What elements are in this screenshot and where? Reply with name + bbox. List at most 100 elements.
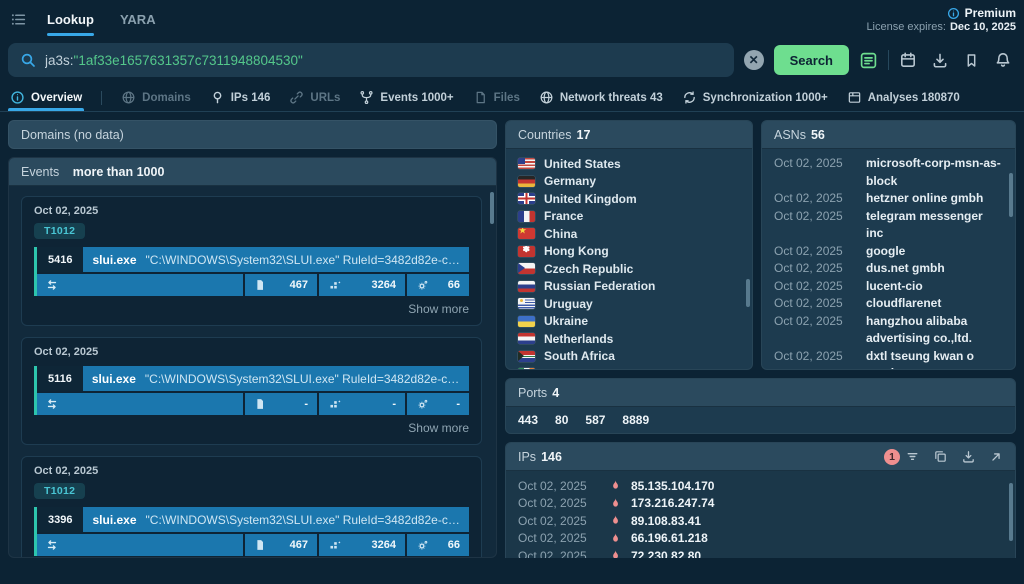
list-item[interactable]: Oct 02, 2025lucent-cio — [774, 278, 1003, 296]
list-item[interactable]: Ukraine — [518, 313, 740, 331]
files-count-chip[interactable]: 467 — [245, 274, 317, 296]
asns-scrollbar[interactable] — [1009, 173, 1013, 217]
list-item[interactable]: Uruguay — [518, 295, 740, 313]
license-info: Premium License expires:Dec 10, 2025 — [866, 4, 1016, 35]
process-name: slui.exe — [92, 513, 136, 527]
mitre-tag[interactable]: T1012 — [34, 483, 85, 499]
show-more-link[interactable]: Show more — [34, 421, 469, 435]
gear-count-chip[interactable]: 66 — [407, 534, 469, 556]
processes-count-chip[interactable]: 3264 — [319, 534, 405, 556]
process-pid: 5416 — [37, 247, 83, 272]
list-item[interactable]: China — [518, 225, 740, 243]
ips-panel: IPs146 1 Oct 02, 202585.135.104.170 Oct … — [505, 442, 1016, 558]
list-item[interactable]: Oct 02, 2025google — [774, 243, 1003, 261]
files-count-chip[interactable]: - — [245, 393, 317, 415]
gear-count-chip[interactable]: 66 — [407, 274, 469, 296]
list-item[interactable]: Oct 02, 202572.230.82.80 — [518, 547, 1003, 558]
process-command: "C:\WINDOWS\System32\SLUI.exe" RuleId=34… — [145, 372, 469, 386]
tab-lookup[interactable]: Lookup — [47, 0, 94, 38]
open-external-icon[interactable] — [989, 450, 1003, 464]
copy-icon[interactable] — [933, 449, 948, 464]
tab-ips[interactable]: IPs 146 — [210, 84, 271, 111]
list-item[interactable]: Oct 02, 2025dxtl tseung kwan o service — [774, 348, 1003, 370]
download-icon[interactable] — [931, 51, 949, 69]
list-item[interactable]: United States — [518, 155, 740, 173]
tab-synchronization[interactable]: Synchronization 1000+ — [682, 84, 828, 111]
port-value[interactable]: 443 — [518, 413, 538, 427]
tab-network-threats[interactable]: Network threats 43 — [539, 84, 663, 111]
toolbar-icons — [899, 51, 1016, 69]
list-item[interactable]: Oct 02, 2025telegram messenger inc — [774, 208, 1003, 243]
process-name: slui.exe — [92, 372, 136, 386]
process-row[interactable]: 5416 slui.exe "C:\WINDOWS\System32\SLUI.… — [34, 247, 469, 296]
countries-scrollbar[interactable] — [746, 279, 750, 307]
overview-content: Domains (no data) Events more than 1000 … — [0, 112, 1024, 558]
events-scrollbar[interactable] — [490, 192, 494, 224]
list-item[interactable]: Oct 02, 2025hetzner online gmbh — [774, 190, 1003, 208]
list-item[interactable]: Oct 02, 202585.135.104.170 — [518, 477, 1003, 495]
bookmark-icon[interactable] — [963, 52, 980, 69]
process-row[interactable]: 3396 slui.exe "C:\WINDOWS\System32\SLUI.… — [34, 507, 469, 556]
port-value[interactable]: 80 — [555, 413, 568, 427]
files-count-chip[interactable]: 467 — [245, 534, 317, 556]
process-command: "C:\WINDOWS\System32\SLUI.exe" RuleId=34… — [146, 253, 469, 267]
flag-us-icon — [518, 158, 535, 169]
gear-icon — [416, 398, 429, 411]
processes-count-chip[interactable]: - — [319, 393, 405, 415]
event-date: Oct 02, 2025 — [34, 205, 469, 217]
process-row[interactable]: 5116 slui.exe "C:\WINDOWS\System32\SLUI.… — [34, 366, 469, 415]
bell-icon[interactable] — [994, 51, 1012, 69]
list-item[interactable]: Ireland — [518, 365, 740, 369]
list-item[interactable]: Oct 02, 202566.196.61.218 — [518, 530, 1003, 548]
tab-analyses[interactable]: Analyses 180870 — [847, 84, 960, 111]
list-item[interactable]: Russian Federation — [518, 278, 740, 296]
clear-search-icon[interactable]: ✕ — [744, 50, 764, 70]
window-icon — [847, 90, 862, 105]
file-icon — [473, 90, 488, 105]
event-card: Oct 02, 2025 5116 slui.exe "C:\WINDOWS\S… — [21, 337, 482, 445]
list-item[interactable]: Oct 02, 2025173.216.247.74 — [518, 495, 1003, 513]
gear-count-chip[interactable]: - — [407, 393, 469, 415]
list-item[interactable]: Germany — [518, 173, 740, 191]
tab-domains[interactable]: Domains — [121, 84, 191, 111]
list-item[interactable]: Oct 02, 2025dus.net gmbh — [774, 260, 1003, 278]
list-item[interactable]: United Kingdom — [518, 190, 740, 208]
list-item[interactable]: South Africa — [518, 348, 740, 366]
events-panel: Events more than 1000 Oct 02, 2025 T1012… — [8, 157, 497, 558]
list-item[interactable]: Oct 02, 2025hangzhou alibaba advertising… — [774, 313, 1003, 348]
search-row: ja3s:"1af33e1657631357c7311948804530" ✕ … — [0, 38, 1024, 84]
license-label: License expires: — [866, 21, 946, 33]
list-item[interactable]: Oct 02, 202589.108.83.41 — [518, 512, 1003, 530]
tab-overview[interactable]: Overview — [10, 84, 82, 111]
ports-list: 443 80 587 8889 — [506, 407, 1015, 433]
list-item[interactable]: Hong Kong — [518, 243, 740, 261]
list-item[interactable]: Oct 02, 2025cloudflarenet — [774, 295, 1003, 313]
search-input[interactable]: ja3s:"1af33e1657631357c7311948804530" — [8, 43, 734, 77]
filter-icon[interactable] — [905, 449, 920, 464]
list-item[interactable]: Oct 02, 2025microsoft-corp-msn-as-block — [774, 155, 1003, 190]
mitre-tag[interactable]: T1012 — [34, 223, 85, 239]
asns-panel-header: ASNs56 — [762, 121, 1015, 149]
search-button[interactable]: Search — [774, 45, 849, 75]
list-item[interactable]: Czech Republic — [518, 260, 740, 278]
tab-urls[interactable]: URLs — [289, 84, 340, 111]
tab-yara[interactable]: YARA — [120, 0, 156, 38]
ips-scrollbar[interactable] — [1009, 483, 1013, 541]
sync-icon — [682, 90, 697, 105]
export-download-icon[interactable] — [961, 449, 976, 464]
query-builder-icon[interactable] — [859, 51, 878, 70]
tab-events[interactable]: Events 1000+ — [359, 84, 453, 111]
license-date: Dec 10, 2025 — [950, 21, 1016, 33]
show-more-link[interactable]: Show more — [34, 302, 469, 316]
calendar-icon[interactable] — [899, 51, 917, 69]
menu-list-icon[interactable] — [10, 11, 27, 28]
asns-list: Oct 02, 2025microsoft-corp-msn-as-block … — [762, 149, 1015, 369]
list-item[interactable]: France — [518, 208, 740, 226]
list-item[interactable]: Netherlands — [518, 330, 740, 348]
flame-icon — [609, 497, 622, 510]
tab-files[interactable]: Files — [473, 84, 520, 111]
processes-count-chip[interactable]: 3264 — [319, 274, 405, 296]
gear-icon — [416, 539, 429, 552]
port-value[interactable]: 8889 — [622, 413, 649, 427]
port-value[interactable]: 587 — [585, 413, 605, 427]
